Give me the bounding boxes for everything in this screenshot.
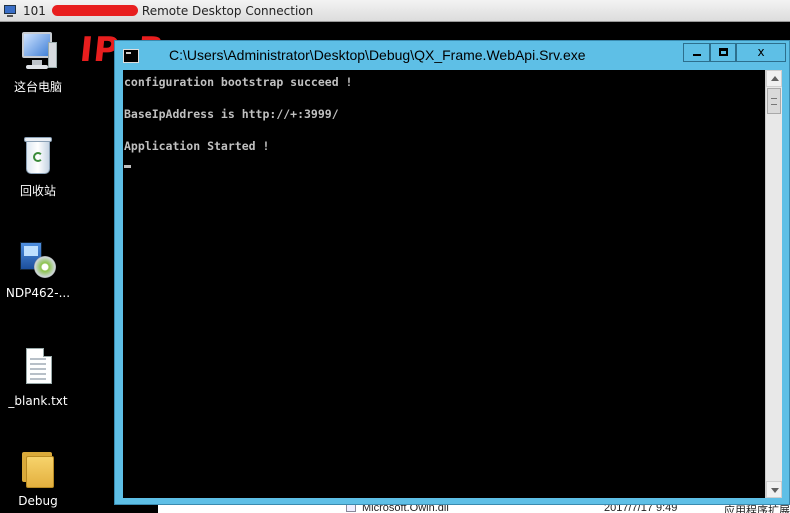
desktop-icon-ndp-installer[interactable]: NDP462-... (0, 238, 76, 300)
folder-icon (16, 446, 60, 490)
rdp-host-label: 101 (23, 3, 46, 18)
vertical-scrollbar[interactable] (765, 70, 782, 498)
console-title-bar[interactable]: C:\Users\Administrator\Desktop\Debug\QX_… (115, 41, 789, 71)
scroll-up-arrow-icon[interactable] (766, 70, 782, 87)
desktop-icon-blank-txt[interactable]: _blank.txt (0, 346, 76, 408)
desktop-icon-this-pc[interactable]: 这台电脑 (0, 30, 76, 95)
console-window[interactable]: C:\Users\Administrator\Desktop\Debug\QX_… (114, 40, 790, 505)
maximize-button[interactable] (710, 43, 736, 62)
text-file-icon (16, 346, 60, 390)
desktop-icon-label: 这台电脑 (13, 80, 62, 94)
scroll-down-arrow-icon[interactable] (766, 481, 782, 498)
desktop-icon-recycle-bin[interactable]: 回收站 (0, 134, 76, 199)
console-output[interactable]: configuration bootstrap succeed ! BaseIp… (123, 70, 765, 498)
console-app-icon[interactable] (123, 49, 139, 63)
maximize-icon (718, 48, 728, 56)
console-line: configuration bootstrap succeed ! (124, 75, 353, 89)
desktop-icon-label: 回收站 (19, 184, 56, 198)
recycle-bin-icon (16, 134, 60, 178)
scrollbar-thumb[interactable] (767, 88, 781, 114)
desktop-icon-label: _blank.txt (8, 394, 68, 408)
close-button[interactable]: x (736, 43, 786, 62)
console-line: Application Started ! (124, 139, 270, 153)
installer-icon (16, 238, 60, 282)
console-line: BaseIpAddress is http://+:3999/ (124, 107, 339, 121)
console-title: C:\Users\Administrator\Desktop\Debug\QX_… (169, 47, 586, 63)
minimize-icon (692, 54, 701, 56)
minimize-button[interactable] (683, 43, 710, 62)
desktop-icon-label: NDP462-... (5, 286, 71, 300)
redaction-mark (51, 5, 138, 16)
rdp-window-title: Remote Desktop Connection (141, 3, 314, 18)
close-icon: x (757, 45, 765, 59)
computer-icon (16, 30, 60, 74)
desktop-icon-debug-folder[interactable]: Debug (0, 446, 76, 508)
text-cursor (124, 165, 131, 168)
desktop-icon-label: Debug (18, 494, 58, 508)
rdp-title-bar[interactable]: 101 Remote Desktop Connection (0, 0, 790, 22)
remote-desktop-icon (3, 4, 17, 18)
